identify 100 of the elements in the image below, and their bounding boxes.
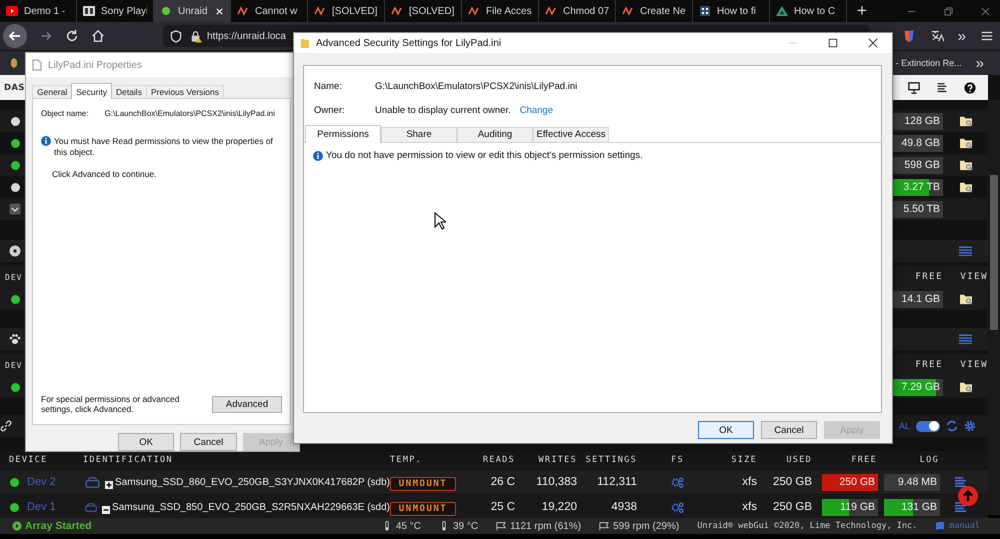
object-name-value: G:\LaunchBox\Emulators\PCSX2\inis\LilyPad.ini: [104, 109, 275, 118]
tab[interactable]: Permissions: [305, 125, 381, 143]
tab[interactable]: Security: [71, 83, 112, 99]
list-icon[interactable]: [959, 246, 972, 256]
dialog-button[interactable]: Cancel: [761, 421, 817, 439]
fan-speed-reading: 1121 rpm (61%): [510, 520, 582, 532]
info-icon: [41, 136, 51, 146]
unmount-button[interactable]: UNMOUNT: [390, 502, 456, 516]
free-space-bar: 5.50 TB: [893, 200, 943, 218]
back-icon[interactable]: [3, 24, 27, 48]
column-header: SETTINGS: [584, 455, 638, 465]
help-icon[interactable]: [964, 82, 976, 94]
forward-icon[interactable]: [39, 29, 53, 43]
column-header: LOG: [918, 455, 940, 465]
folder-search-icon[interactable]: [958, 115, 972, 127]
close-icon[interactable]: [868, 38, 878, 48]
unmount-button[interactable]: UNMOUNT: [390, 477, 456, 491]
book-icon: [935, 521, 946, 531]
tab[interactable]: Previous Versions: [146, 85, 224, 98]
shield-icon[interactable]: [902, 29, 916, 43]
triangle-icon: [776, 6, 788, 16]
table-cell-text: 112,311: [596, 476, 638, 488]
dialog-button[interactable]: OK: [118, 433, 174, 451]
settings-icon[interactable]: [964, 420, 976, 432]
wave-icon: [391, 6, 403, 16]
table-cell: Samsung_SSD_850_EVO_250GB_S2R5NXAH229663E (sdd): [112, 502, 390, 512]
wave-icon: [468, 6, 480, 16]
advanced-button[interactable]: Advanced: [212, 396, 282, 412]
cursor-icon: [434, 212, 446, 230]
tab[interactable]: Effective Access: [533, 127, 609, 142]
table-cell: Samsung_SSD_860_EVO_250GB_S3YJNX0K417682P (sdb): [115, 476, 390, 488]
table-cell-text: 250 GB: [772, 476, 813, 488]
hint-text: For special permissions or advanced settings, click Advanced.: [41, 394, 180, 414]
column-header: FREE: [914, 360, 943, 370]
expand-icon[interactable]: [105, 481, 113, 489]
free-space-bar: 7.29 GB: [893, 378, 943, 396]
folder-search-icon[interactable]: [958, 181, 972, 193]
shield-icon: [170, 30, 182, 42]
field-label: Object name:: [41, 109, 89, 118]
gears-icon[interactable]: [671, 476, 684, 488]
hint-text: Click Advanced to continue.: [51, 169, 158, 179]
tab[interactable]: General: [32, 85, 72, 98]
home-icon[interactable]: [91, 29, 105, 43]
dialog-button[interactable]: OK: [698, 421, 754, 439]
refresh-icon[interactable]: [946, 420, 958, 432]
gears-icon[interactable]: [671, 502, 684, 512]
folder-search-icon[interactable]: [958, 293, 972, 305]
folder-search-icon[interactable]: [958, 137, 972, 149]
tab[interactable]: Share: [381, 127, 457, 142]
scroll-to-top-icon[interactable]: [958, 486, 978, 506]
log-icon[interactable]: [954, 502, 967, 512]
column-header: DEVICE: [8, 455, 49, 465]
disc-icon: [9, 245, 21, 257]
page-title: DAS: [4, 82, 25, 92]
column-header: READS: [482, 455, 516, 465]
used-space-bar: 250 GB: [822, 474, 878, 490]
document-icon[interactable]: [936, 82, 948, 94]
new-tab-button[interactable]: +: [847, 0, 877, 22]
browser-tab[interactable]: Unraid: [154, 0, 231, 22]
change-link[interactable]: Change: [520, 104, 553, 116]
folder-search-icon[interactable]: [958, 159, 972, 171]
link-icon[interactable]: [0, 420, 12, 432]
fan-speed-reading: 599 rpm (29%): [613, 520, 680, 532]
table-cell-text: 26 C: [490, 476, 516, 488]
table-cell-text: 4938: [610, 501, 638, 513]
maximize-icon[interactable]: [828, 38, 838, 48]
temperature-reading: 39 °C: [452, 520, 478, 532]
reload-icon[interactable]: [65, 29, 79, 43]
window-title: LilyPad.ini Properties: [48, 60, 142, 70]
table-cell-text: 110,383: [535, 476, 578, 488]
translate-icon[interactable]: [930, 29, 944, 43]
scrollbar[interactable]: [988, 100, 1000, 515]
table-cell-text: 250 GB: [772, 501, 813, 513]
column-header: IDENTIFICATION: [82, 455, 174, 465]
list-icon[interactable]: [959, 334, 972, 344]
column-header: FS: [670, 455, 685, 465]
column-header: VIEW: [959, 360, 988, 370]
tab[interactable]: Auditing: [457, 127, 533, 142]
toggle-label: AL: [898, 421, 910, 431]
dialog-button[interactable]: Cancel: [180, 433, 237, 451]
restore-icon[interactable]: [944, 6, 953, 16]
owner-value: Unable to display current owner.: [375, 104, 511, 116]
menu-icon[interactable]: [980, 29, 994, 43]
flag-icon: [496, 521, 506, 531]
overflow-button[interactable]: »: [958, 28, 966, 44]
info-message: You must have Read permissions to view the properties of this object.: [54, 136, 274, 158]
folder-search-icon[interactable]: [958, 381, 972, 393]
file-icon: [32, 59, 42, 71]
play-icon: [6, 6, 18, 16]
collapse-icon[interactable]: [102, 506, 110, 514]
toggle-switch[interactable]: [916, 420, 940, 432]
monitor-icon[interactable]: [908, 82, 920, 94]
table-cell-text: xfs: [741, 476, 758, 488]
name-value: G:\LaunchBox\Emulators\PCSX2\inis\LilyPad.ini: [375, 80, 578, 92]
overflow-button[interactable]: »: [976, 54, 984, 72]
bookmark-icon[interactable]: [10, 57, 18, 69]
tab[interactable]: Details: [110, 85, 147, 98]
log-icon[interactable]: [954, 476, 967, 488]
column-header: FREE: [850, 455, 878, 465]
bookmark-link[interactable]: - Extinction Re...: [896, 58, 962, 68]
